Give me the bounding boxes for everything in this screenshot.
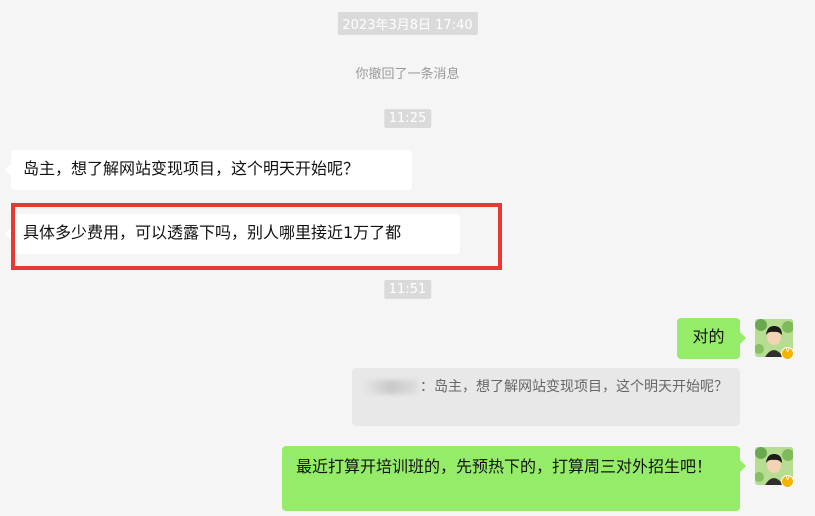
quote-text: ：岛主，想了解网站变现项目，这个明天开始呢？ [420, 379, 728, 395]
message-text: 最近打算开培训班的，先预热下的，打算周三对外招生吧！ [296, 457, 713, 476]
quoted-message[interactable]: ：岛主，想了解网站变现项目，这个明天开始呢？ [352, 368, 740, 426]
timestamp-1125: 11:25 [383, 109, 432, 128]
recall-notice: 你撤回了一条消息 [355, 67, 460, 82]
blurred-name [364, 380, 418, 394]
message-text: 岛主，想了解网站变现项目，这个明天开始呢？ [23, 159, 360, 178]
incoming-message-bubble[interactable]: 岛主，想了解网站变现项目，这个明天开始呢？ [5, 150, 412, 190]
highlight-box [11, 203, 502, 270]
message-text: 对的 [692, 327, 725, 346]
timestamp-top: 2023年3月8日 17:40 [337, 12, 478, 35]
timestamp-1151: 11:51 [383, 280, 432, 299]
verified-badge-icon [781, 473, 794, 488]
outgoing-message-bubble[interactable]: 最近打算开培训班的，先预热下的，打算周三对外招生吧！ [282, 446, 746, 511]
verified-badge-icon [781, 345, 794, 360]
outgoing-message-bubble[interactable]: 对的 [677, 318, 746, 359]
